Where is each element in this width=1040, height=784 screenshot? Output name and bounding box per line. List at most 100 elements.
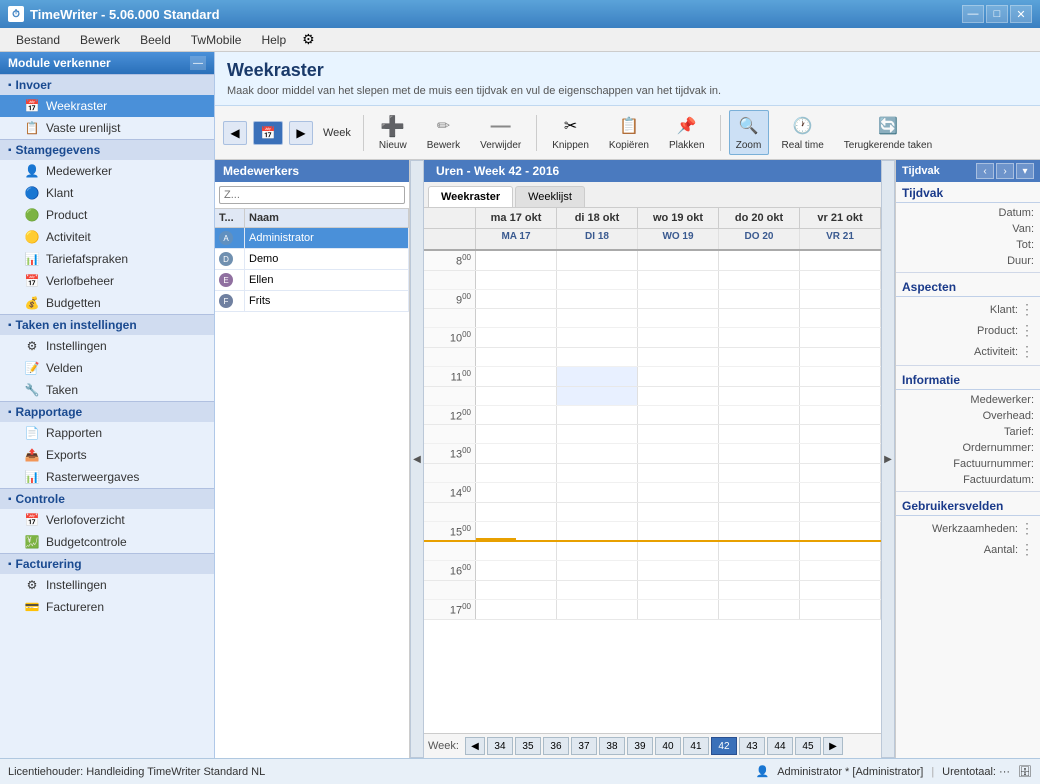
day-cell-9-vr[interactable]: [800, 290, 881, 309]
day-cell-8-di[interactable]: [557, 251, 638, 270]
sidebar-item-klant[interactable]: 🔵 Klant: [0, 182, 214, 204]
day-cell-15h-ma[interactable]: [476, 542, 557, 560]
day-cell-11-vr[interactable]: [800, 367, 881, 386]
week-num-34[interactable]: 34: [487, 737, 513, 755]
day-cell-12h-wo[interactable]: [638, 425, 719, 443]
day-cell-16-di[interactable]: [557, 561, 638, 580]
sidebar-item-budgetcontrole[interactable]: 💹 Budgetcontrole: [0, 531, 214, 553]
menu-help[interactable]: Help: [253, 31, 294, 49]
day-cell-9-do[interactable]: [719, 290, 800, 309]
week-num-45[interactable]: 45: [795, 737, 821, 755]
day-cell-17-di[interactable]: [557, 600, 638, 619]
maximize-button[interactable]: □: [986, 5, 1008, 23]
day-cell-13-ma[interactable]: [476, 444, 557, 463]
sidebar-item-instellingen-taken[interactable]: ⚙ Instellingen: [0, 335, 214, 357]
day-cell-13h-do[interactable]: [719, 464, 800, 482]
day-cell-10-do[interactable]: [719, 328, 800, 347]
sidebar-item-exports[interactable]: 📤 Exports: [0, 444, 214, 466]
day-cell-15h-vr[interactable]: [800, 542, 881, 560]
day-cell-14h-di[interactable]: [557, 503, 638, 521]
week-num-41[interactable]: 41: [683, 737, 709, 755]
day-cell-13h-di[interactable]: [557, 464, 638, 482]
day-cell-15h-do[interactable]: [719, 542, 800, 560]
day-cell-9-di[interactable]: [557, 290, 638, 309]
day-cell-17-wo[interactable]: [638, 600, 719, 619]
day-cell-8-ma[interactable]: [476, 251, 557, 270]
day-cell-12h-ma[interactable]: [476, 425, 557, 443]
emp-row-administrator[interactable]: A Administrator: [215, 228, 409, 249]
day-cell-12-wo[interactable]: [638, 406, 719, 425]
sidebar-item-verlofbeheer[interactable]: 📅 Verlofbeheer: [0, 270, 214, 292]
day-cell-12h-di[interactable]: [557, 425, 638, 443]
week-num-36[interactable]: 36: [543, 737, 569, 755]
day-cell-12-di[interactable]: [557, 406, 638, 425]
sidebar-item-budgetten[interactable]: 💰 Budgetten: [0, 292, 214, 314]
day-cell-12h-vr[interactable]: [800, 425, 881, 443]
day-cell-11-ma[interactable]: [476, 367, 557, 386]
day-cell-15h-wo[interactable]: [638, 542, 719, 560]
day-cell-16-ma[interactable]: [476, 561, 557, 580]
day-cell-15-wo[interactable]: [638, 522, 719, 541]
day-cell-10-di[interactable]: [557, 328, 638, 347]
sidebar-item-factureren[interactable]: 💳 Factureren: [0, 596, 214, 618]
menu-twmobile[interactable]: TwMobile: [183, 31, 250, 49]
day-cell-10h-wo[interactable]: [638, 348, 719, 366]
week-num-37[interactable]: 37: [571, 737, 597, 755]
toolbar-nieuw[interactable]: ➕ Nieuw: [372, 110, 414, 155]
day-cell-8-wo[interactable]: [638, 251, 719, 270]
day-cell-8-do[interactable]: [719, 251, 800, 270]
close-button[interactable]: ✕: [1010, 5, 1032, 23]
day-cell-16h-vr[interactable]: [800, 581, 881, 599]
toolbar-bewerk[interactable]: ✏ Bewerk: [420, 110, 467, 155]
rp-aantal-dots[interactable]: ⋮: [1020, 541, 1034, 558]
emp-row-frits[interactable]: F Frits: [215, 291, 409, 312]
day-cell-13-do[interactable]: [719, 444, 800, 463]
day-cell-10h-di[interactable]: [557, 348, 638, 366]
day-cell-17-do[interactable]: [719, 600, 800, 619]
sidebar-item-verlofoverzicht[interactable]: 📅 Verlofoverzicht: [0, 509, 214, 531]
toolbar-plakken[interactable]: 📌 Plakken: [662, 110, 712, 155]
left-scroll-arrow[interactable]: ◀: [410, 160, 424, 758]
day-cell-10-ma[interactable]: [476, 328, 557, 347]
day-cell-14h-do[interactable]: [719, 503, 800, 521]
day-cell-15-do[interactable]: [719, 522, 800, 541]
week-scroll-left[interactable]: ◀: [465, 737, 485, 755]
sidebar-item-weekraster[interactable]: 📅 Weekraster: [0, 95, 214, 117]
day-cell-15-ma[interactable]: [476, 522, 557, 541]
nav-week-button[interactable]: 📅: [253, 121, 283, 145]
rp-activiteit-dots[interactable]: ⋮: [1020, 343, 1034, 360]
week-num-39[interactable]: 39: [627, 737, 653, 755]
day-cell-12-ma[interactable]: [476, 406, 557, 425]
toolbar-zoom[interactable]: 🔍 Zoom: [729, 110, 769, 155]
day-cell-13-wo[interactable]: [638, 444, 719, 463]
day-cell-13h-vr[interactable]: [800, 464, 881, 482]
day-cell-13-vr[interactable]: [800, 444, 881, 463]
day-cell-8h-di[interactable]: [557, 271, 638, 289]
sidebar-collapse-button[interactable]: —: [190, 56, 206, 70]
day-cell-16-vr[interactable]: [800, 561, 881, 580]
menu-bestand[interactable]: Bestand: [8, 31, 68, 49]
day-cell-13-di[interactable]: [557, 444, 638, 463]
rp-nav-prev[interactable]: ‹: [976, 163, 994, 179]
toolbar-verwijder[interactable]: — Verwijder: [473, 110, 528, 155]
sidebar-item-vaste-urenlijst[interactable]: 📋 Vaste urenlijst: [0, 117, 214, 139]
day-cell-10h-do[interactable]: [719, 348, 800, 366]
day-cell-11h-vr[interactable]: [800, 387, 881, 405]
day-cell-14-wo[interactable]: [638, 483, 719, 502]
sidebar-section-header-controle[interactable]: Controle: [0, 488, 214, 509]
day-cell-11h-di[interactable]: [557, 387, 638, 405]
sidebar-item-taken[interactable]: 🔧 Taken: [0, 379, 214, 401]
sidebar-item-instellingen-facturering[interactable]: ⚙ Instellingen: [0, 574, 214, 596]
menu-beeld[interactable]: Beeld: [132, 31, 179, 49]
day-cell-14-vr[interactable]: [800, 483, 881, 502]
day-cell-16-do[interactable]: [719, 561, 800, 580]
day-cell-9h-wo[interactable]: [638, 309, 719, 327]
day-cell-11h-wo[interactable]: [638, 387, 719, 405]
day-cell-13h-wo[interactable]: [638, 464, 719, 482]
day-cell-9h-do[interactable]: [719, 309, 800, 327]
day-cell-12-do[interactable]: [719, 406, 800, 425]
rp-werkzaamheden-dots[interactable]: ⋮: [1020, 520, 1034, 537]
week-num-42[interactable]: 42: [711, 737, 737, 755]
day-cell-8h-wo[interactable]: [638, 271, 719, 289]
day-cell-8h-do[interactable]: [719, 271, 800, 289]
